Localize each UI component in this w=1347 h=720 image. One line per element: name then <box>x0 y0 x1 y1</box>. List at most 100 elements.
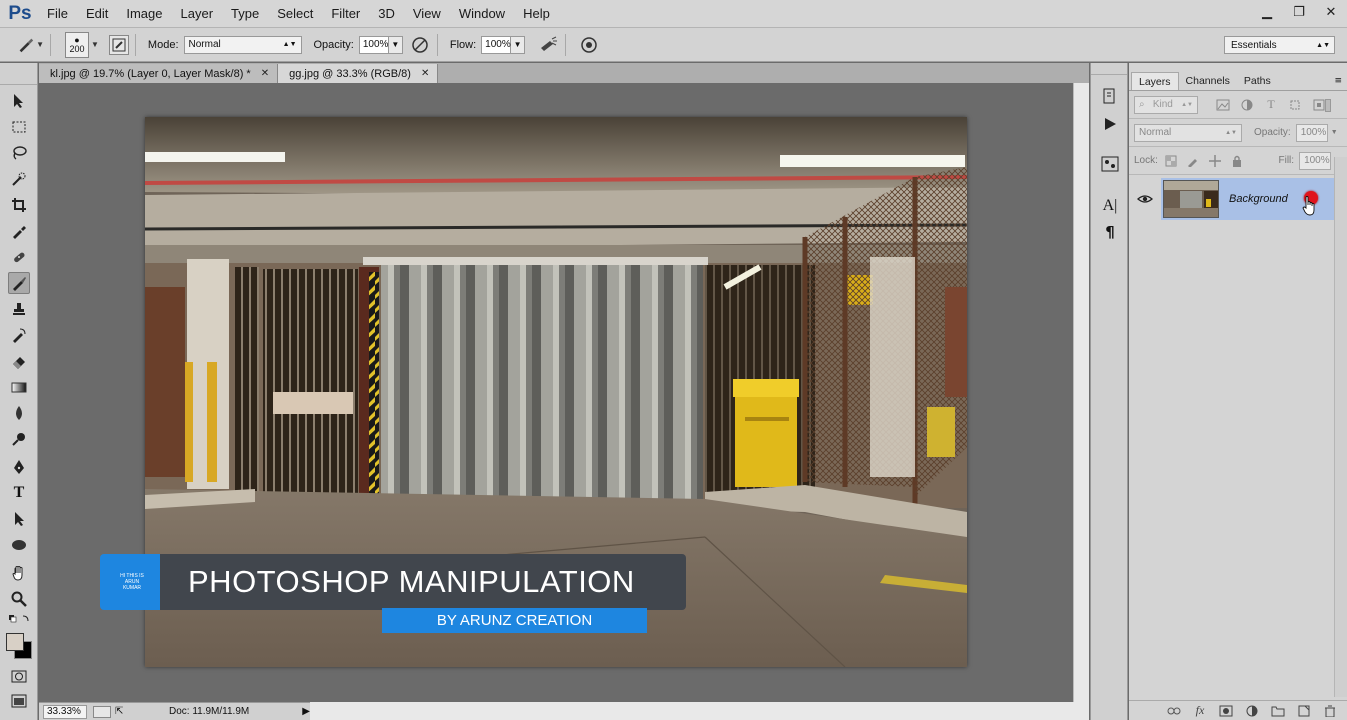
link-layers-icon[interactable] <box>1161 702 1187 720</box>
restore-button[interactable]: ❐ <box>1283 0 1315 24</box>
close-button[interactable]: ✕ <box>1315 0 1347 24</box>
blur-tool-icon[interactable] <box>8 402 30 424</box>
foreground-color-swatch[interactable] <box>6 633 24 651</box>
layers-scrollbar[interactable] <box>1334 157 1347 697</box>
eyedropper-tool-icon[interactable] <box>8 220 30 242</box>
status-menu-arrow-icon[interactable]: ▶ <box>302 706 310 717</box>
menu-layer[interactable]: Layer <box>172 0 223 28</box>
clone-stamp-tool-icon[interactable] <box>8 298 30 320</box>
new-group-icon[interactable] <box>1265 702 1291 720</box>
default-colors-icon[interactable] <box>8 613 30 627</box>
menu-3d[interactable]: 3D <box>369 0 404 28</box>
adjustment-layer-icon[interactable] <box>1239 702 1265 720</box>
lock-label: Lock: <box>1134 155 1158 166</box>
vertical-scrollbar[interactable] <box>1073 83 1089 702</box>
filter-shape-icon[interactable] <box>1286 96 1304 114</box>
quick-selection-tool-icon[interactable] <box>8 168 30 190</box>
opacity-dropdown-icon[interactable]: ▼ <box>1331 129 1338 136</box>
hand-tool-icon[interactable] <box>8 562 30 584</box>
flow-input[interactable]: 100% <box>481 35 512 54</box>
quick-mask-icon[interactable] <box>8 665 30 687</box>
layer-opacity-label: Opacity: <box>1254 127 1291 138</box>
new-layer-icon[interactable] <box>1291 702 1317 720</box>
zoom-level-input[interactable]: 33.33% <box>43 704 87 719</box>
menu-select[interactable]: Select <box>268 0 322 28</box>
lock-image-icon[interactable] <box>1184 152 1202 170</box>
actions-panel-icon[interactable] <box>1099 113 1121 135</box>
tab-gg-jpg[interactable]: gg.jpg @ 33.3% (RGB/8) ✕ <box>278 64 439 83</box>
visibility-eye-icon[interactable] <box>1137 191 1153 207</box>
menu-help[interactable]: Help <box>514 0 559 28</box>
overlay-title-bar: PHOTOSHOP MANIPULATION <box>160 554 686 610</box>
history-panel-icon[interactable] <box>1099 85 1121 107</box>
layer-style-icon[interactable]: fx <box>1187 702 1213 720</box>
filter-pixel-icon[interactable] <box>1214 96 1232 114</box>
crop-tool-icon[interactable] <box>8 194 30 216</box>
brush-size-picker[interactable]: ● 200 <box>65 31 89 58</box>
menu-image[interactable]: Image <box>117 0 171 28</box>
tab-layers[interactable]: Layers <box>1131 72 1179 90</box>
export-icon[interactable]: ⇱ <box>115 706 129 717</box>
filter-adjustment-icon[interactable] <box>1238 96 1256 114</box>
history-brush-tool-icon[interactable] <box>8 324 30 346</box>
screen-mode-icon[interactable] <box>8 690 30 712</box>
menu-view[interactable]: View <box>404 0 450 28</box>
marquee-tool-icon[interactable] <box>8 116 30 138</box>
close-tab-icon[interactable]: ✕ <box>261 68 269 79</box>
flow-dropdown-icon[interactable]: ▼ <box>511 35 526 54</box>
paragraph-panel-icon[interactable]: ¶ <box>1099 221 1121 243</box>
layer-row-background[interactable]: Background <box>1161 178 1334 220</box>
pressure-size-icon[interactable] <box>578 34 600 56</box>
add-mask-icon[interactable] <box>1213 702 1239 720</box>
menu-filter[interactable]: Filter <box>322 0 369 28</box>
status-icon[interactable] <box>93 705 111 718</box>
dodge-tool-icon[interactable] <box>8 428 30 450</box>
lock-transparent-icon[interactable] <box>1162 152 1180 170</box>
fill-input[interactable]: 100% <box>1299 151 1332 170</box>
tab-paths[interactable]: Paths <box>1237 72 1278 90</box>
eraser-tool-icon[interactable] <box>8 350 30 372</box>
menu-type[interactable]: Type <box>222 0 268 28</box>
panel-grip[interactable] <box>1091 63 1127 75</box>
gradient-tool-icon[interactable] <box>8 376 30 398</box>
mode-select[interactable]: Normal ▲▼ <box>183 35 302 54</box>
tab-channels[interactable]: Channels <box>1179 72 1237 90</box>
blend-mode-select[interactable]: Normal ▲▼ <box>1134 123 1242 142</box>
brush-tool-preset-icon[interactable]: ▼ <box>16 33 44 57</box>
workspace-switcher[interactable]: Essentials ▲▼ <box>1224 36 1335 54</box>
filter-toggle[interactable] <box>1325 99 1331 112</box>
opacity-input[interactable]: 100% <box>358 35 389 54</box>
layer-opacity-input[interactable]: 100% <box>1295 123 1328 142</box>
menu-edit[interactable]: Edit <box>77 0 117 28</box>
close-tab-icon[interactable]: ✕ <box>421 68 429 79</box>
panel-icon-strip: A| ¶ <box>1090 63 1128 720</box>
type-tool-icon[interactable]: T <box>8 482 30 504</box>
airbrush-icon[interactable] <box>537 34 559 56</box>
menu-file[interactable]: File <box>38 0 77 28</box>
brush-panel-toggle-icon[interactable] <box>108 34 129 55</box>
move-tool-icon[interactable] <box>8 90 30 112</box>
horizontal-scrollbar[interactable] <box>310 702 1089 720</box>
brush-picker-caret-icon[interactable]: ▼ <box>91 40 99 49</box>
character-panel-icon[interactable]: A| <box>1099 195 1121 217</box>
pen-tool-icon[interactable] <box>8 456 30 478</box>
lasso-tool-icon[interactable] <box>8 142 30 164</box>
pressure-opacity-icon[interactable] <box>409 34 431 56</box>
healing-brush-tool-icon[interactable] <box>8 246 30 268</box>
brush-presets-panel-icon[interactable] <box>1099 153 1121 175</box>
brush-tool-icon[interactable] <box>8 272 30 294</box>
opacity-dropdown-icon[interactable]: ▼ <box>388 35 403 54</box>
panel-grip[interactable] <box>0 63 37 85</box>
lock-position-icon[interactable] <box>1206 152 1224 170</box>
lock-all-icon[interactable] <box>1228 152 1246 170</box>
minimize-button[interactable]: ▁ <box>1251 0 1283 24</box>
menu-window[interactable]: Window <box>450 0 514 28</box>
filter-kind-select[interactable]: ⌕ Kind ▲▼ <box>1134 95 1198 114</box>
ellipse-tool-icon[interactable] <box>8 534 30 556</box>
zoom-tool-icon[interactable] <box>8 588 30 610</box>
tab-kl-jpg[interactable]: kl.jpg @ 19.7% (Layer 0, Layer Mask/8) *… <box>39 64 279 83</box>
filter-type-icon[interactable]: T <box>1262 96 1280 114</box>
delete-layer-icon[interactable] <box>1317 702 1343 720</box>
panel-menu-icon[interactable]: ≡ <box>1334 76 1342 86</box>
path-selection-tool-icon[interactable] <box>8 508 30 530</box>
